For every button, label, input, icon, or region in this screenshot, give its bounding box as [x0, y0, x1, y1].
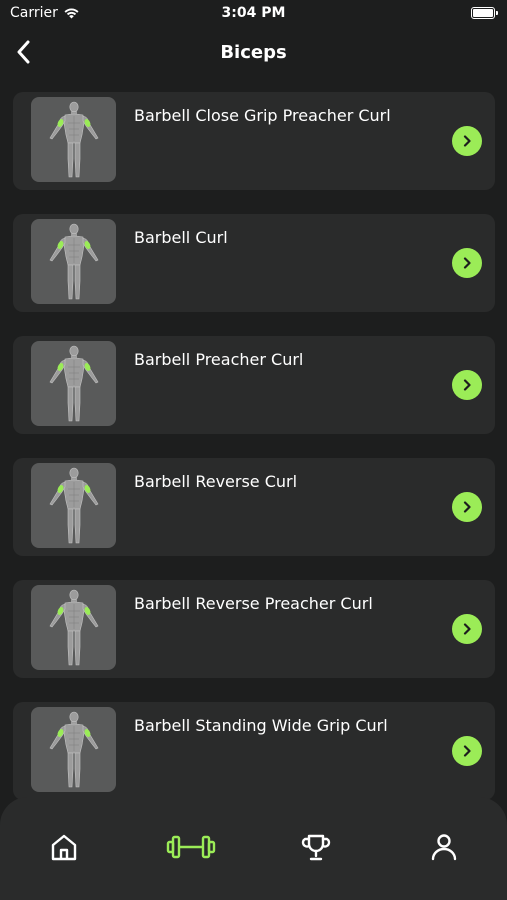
- exercise-card[interactable]: Barbell Reverse Curl: [13, 458, 495, 556]
- chevron-right-icon: [463, 623, 471, 635]
- chevron-right-icon: [463, 501, 471, 513]
- exercise-name: Barbell Standing Wide Grip Curl: [134, 716, 388, 735]
- exercise-card[interactable]: Barbell Close Grip Preacher Curl: [13, 92, 495, 190]
- exercise-card[interactable]: Barbell Preacher Curl: [13, 336, 495, 434]
- muscle-figure-image: [31, 585, 116, 670]
- chevron-right-icon: [463, 257, 471, 269]
- muscle-figure-image: [31, 219, 116, 304]
- muscle-figure-image: [31, 463, 116, 548]
- muscle-figure-image: [31, 707, 116, 792]
- battery-icon: [471, 7, 498, 19]
- app-screen: Carrier 3:04 PM Biceps Barbell Close Gri…: [0, 0, 507, 900]
- exercise-name: Barbell Reverse Curl: [134, 472, 298, 491]
- chevron-right-icon: [463, 379, 471, 391]
- muscle-figure-image: [31, 97, 116, 182]
- exercise-card[interactable]: Barbell Curl: [13, 214, 495, 312]
- tab-workouts[interactable]: [164, 827, 218, 867]
- exercise-name: Barbell Close Grip Preacher Curl: [134, 106, 391, 125]
- chevron-right-button[interactable]: [452, 492, 482, 522]
- body-figure-icon: [49, 223, 98, 299]
- body-figure-icon: [49, 467, 98, 543]
- nav-header: Biceps: [0, 26, 507, 80]
- tab-bar: [0, 797, 507, 900]
- exercise-list[interactable]: Barbell Close Grip Preacher Curl Barbell…: [0, 80, 507, 800]
- body-figure-icon: [49, 711, 98, 787]
- chevron-right-button[interactable]: [452, 370, 482, 400]
- muscle-figure-image: [31, 341, 116, 426]
- status-time: 3:04 PM: [221, 5, 286, 21]
- chevron-right-button[interactable]: [452, 736, 482, 766]
- tab-profile[interactable]: [424, 827, 464, 867]
- tab-home[interactable]: [44, 827, 84, 867]
- chevron-right-icon: [463, 135, 471, 147]
- chevron-right-button[interactable]: [452, 614, 482, 644]
- exercise-name: Barbell Curl: [134, 228, 228, 247]
- page-title: Biceps: [220, 42, 287, 63]
- exercise-card[interactable]: Barbell Standing Wide Grip Curl: [13, 702, 495, 800]
- chevron-right-button[interactable]: [452, 126, 482, 156]
- dumbbell-icon: [166, 835, 216, 859]
- exercise-name: Barbell Preacher Curl: [134, 350, 304, 369]
- home-icon: [51, 834, 77, 861]
- body-figure-icon: [49, 101, 98, 177]
- exercise-card[interactable]: Barbell Reverse Preacher Curl: [13, 580, 495, 678]
- trophy-icon: [301, 834, 331, 861]
- exercise-name: Barbell Reverse Preacher Curl: [134, 594, 373, 613]
- body-figure-icon: [49, 345, 98, 421]
- tab-achievements[interactable]: [296, 827, 336, 867]
- chevron-right-icon: [463, 745, 471, 757]
- chevron-right-button[interactable]: [452, 248, 482, 278]
- body-figure-icon: [49, 589, 98, 665]
- profile-icon: [431, 834, 457, 861]
- status-bar: Carrier 3:04 PM: [0, 0, 507, 26]
